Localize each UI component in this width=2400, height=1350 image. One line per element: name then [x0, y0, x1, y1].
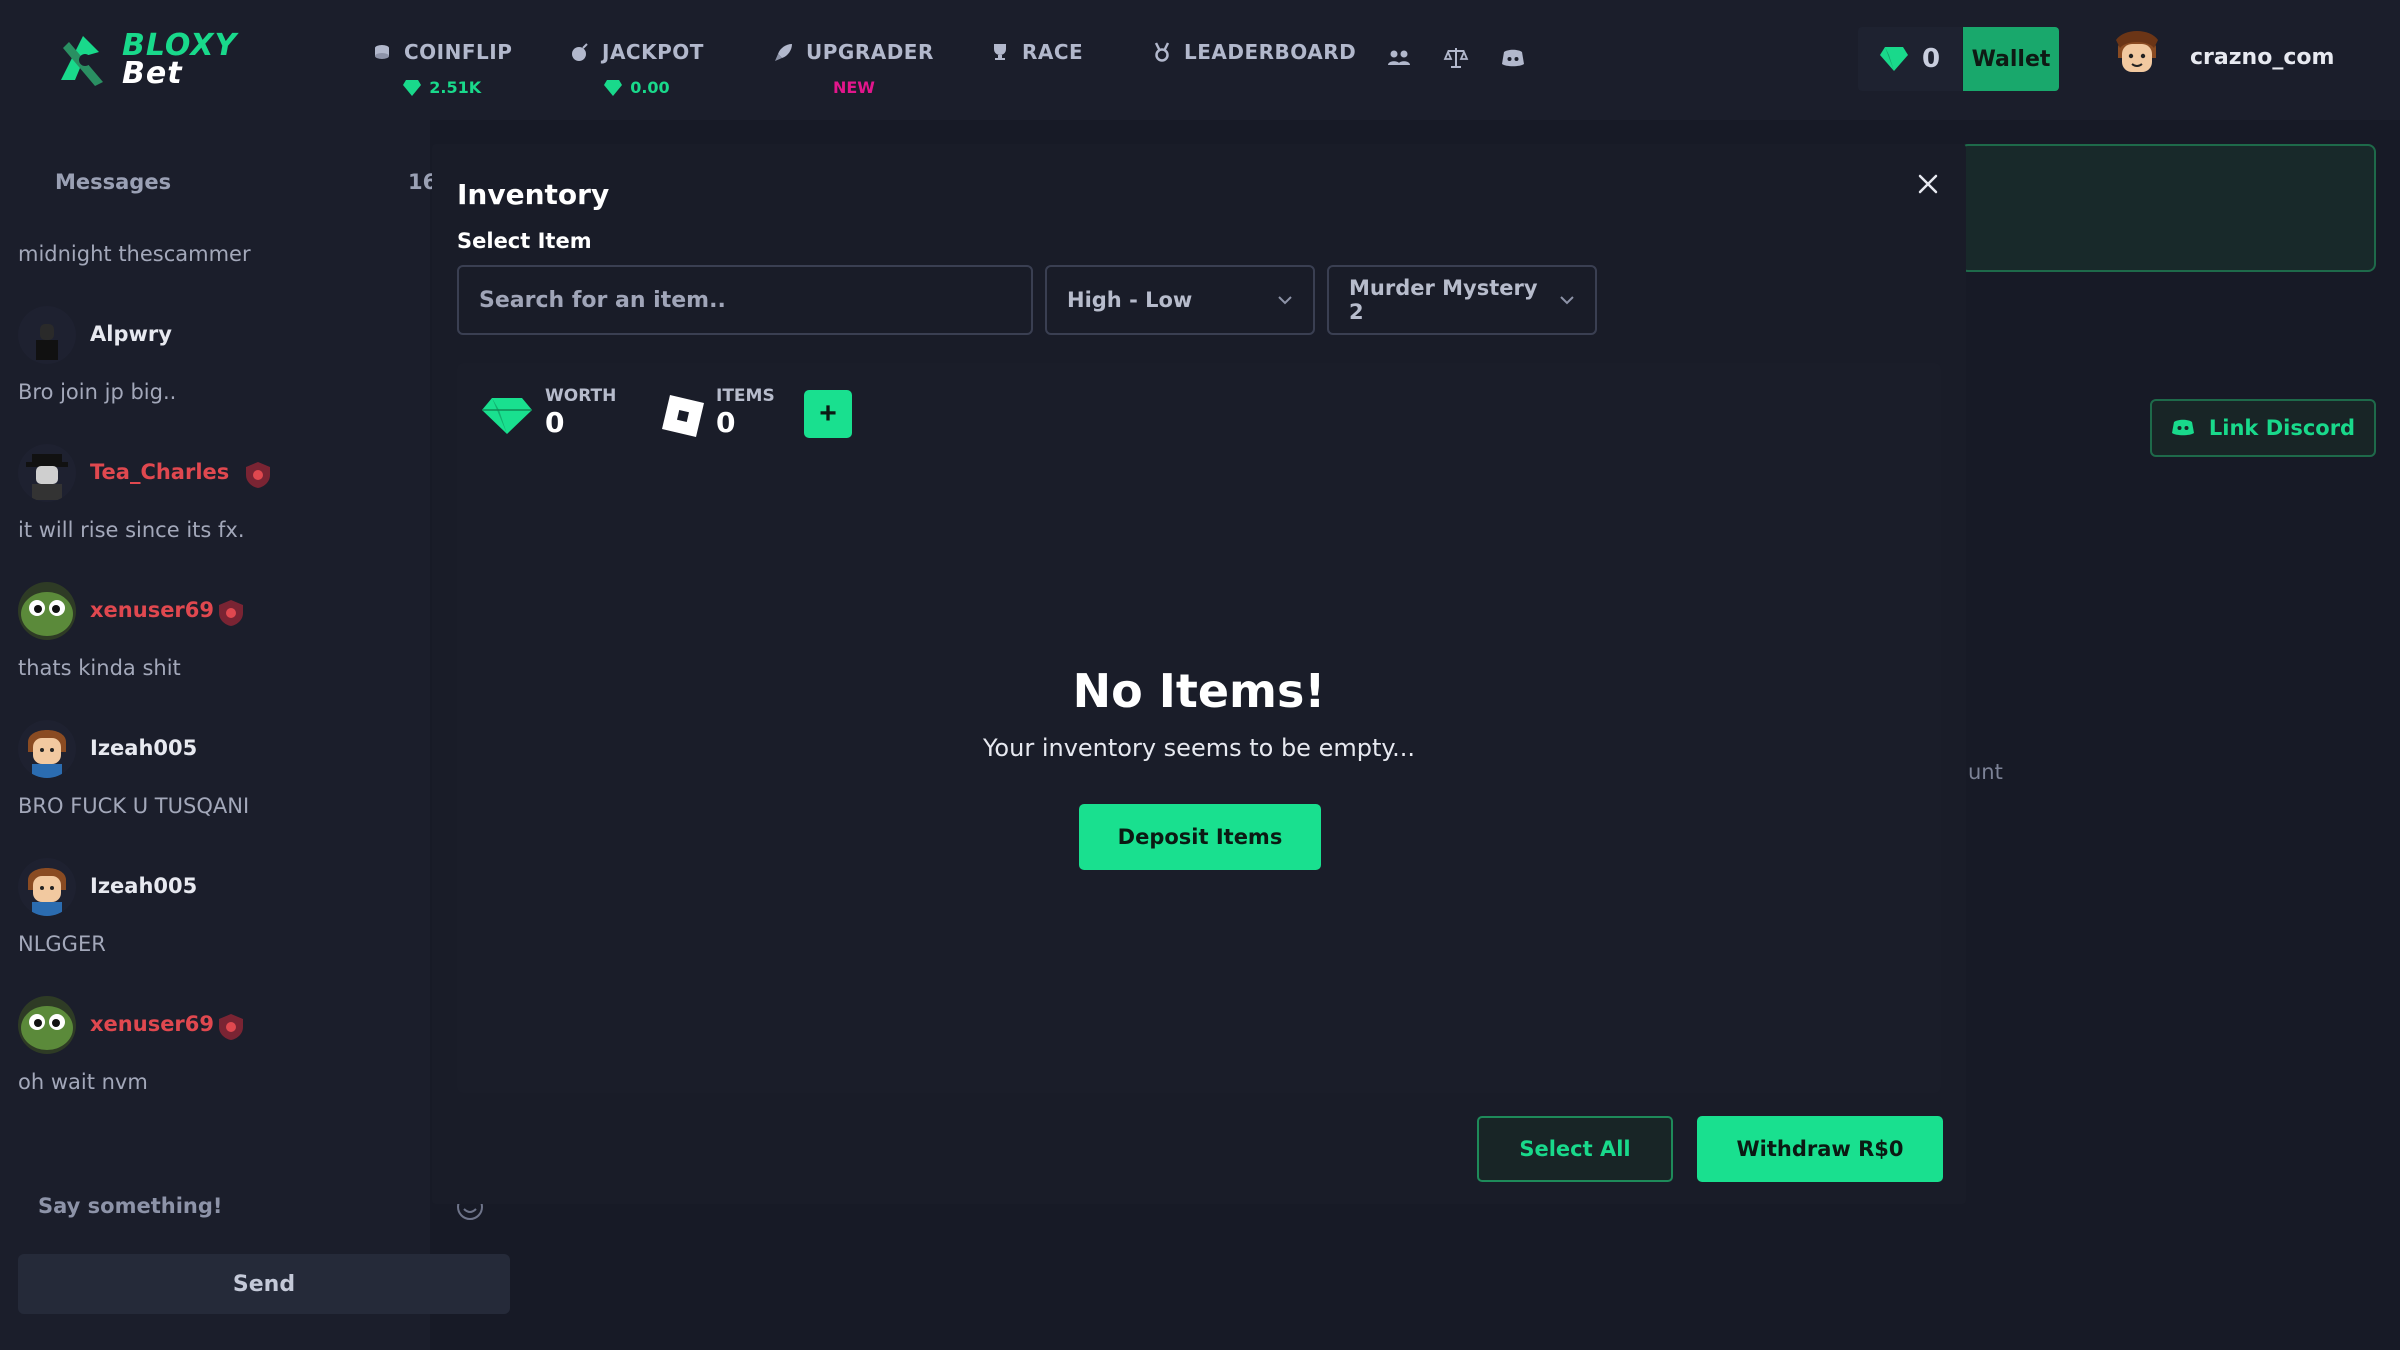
wallet-button[interactable]: Wallet	[1963, 27, 2059, 91]
select-item-label: Select Item	[457, 229, 592, 253]
chat-message-text: BRO FUCK U TUSQANI	[18, 794, 250, 818]
items-value: 0	[716, 406, 736, 439]
discord-icon[interactable]	[1500, 45, 1526, 71]
nav-leaderboard-label: LEADERBOARD	[1184, 40, 1357, 64]
chat-message-text: oh wait nvm	[18, 1070, 148, 1094]
chat-avatar[interactable]	[18, 720, 76, 778]
chevron-down-icon	[1278, 296, 1292, 305]
gem-icon	[482, 398, 532, 434]
background-partial-text: unt	[1968, 760, 2003, 784]
roblox-icon	[662, 395, 704, 437]
close-icon[interactable]	[1912, 168, 1944, 200]
coins-icon	[375, 45, 389, 59]
empty-state-subtitle: Your inventory seems to be empty...	[982, 734, 1416, 762]
nav-upgrader-label: UPGRADER	[806, 40, 934, 64]
items-label: ITEMS	[716, 386, 775, 406]
gem-icon	[604, 79, 623, 96]
sort-select[interactable]: High - Low	[1045, 265, 1315, 335]
nav-jackpot-sub: 0.00	[630, 78, 670, 97]
nav-jackpot-label: JACKPOT	[602, 40, 704, 64]
balance-value: 0	[1921, 44, 1941, 74]
nav-coinflip-sub: 2.51K	[429, 78, 482, 97]
affiliates-icon[interactable]	[1386, 45, 1412, 71]
rocket-icon	[775, 44, 792, 61]
admin-badge-icon	[219, 1014, 243, 1040]
brand-logo-text[interactable]: BLOXY Bet	[122, 31, 237, 91]
game-select[interactable]: Murder Mystery 2	[1327, 265, 1597, 335]
nav-race[interactable]: RACE	[990, 40, 1083, 64]
trophy-icon	[994, 44, 1006, 60]
username[interactable]: crazno_com	[2190, 45, 2334, 70]
brand-line2: Bet	[122, 56, 183, 91]
link-discord-label: Link Discord	[2208, 416, 2356, 440]
chat-avatar[interactable]	[18, 444, 76, 502]
chat-username[interactable]: Alpwry	[90, 322, 172, 346]
nav-coinflip-label: COINFLIP	[404, 40, 513, 64]
medal-icon	[1154, 42, 1170, 62]
worth-value: 0	[545, 406, 565, 439]
chat-title: Messages	[55, 170, 172, 194]
background-panel	[1960, 144, 2376, 272]
empty-state-title: No Items!	[1072, 664, 1326, 718]
item-search-input[interactable]	[457, 265, 1033, 335]
chat-avatar[interactable]	[18, 306, 76, 364]
nav-upgrader[interactable]: UPGRADER NEW	[774, 40, 934, 97]
nav-jackpot[interactable]: JACKPOT 0.00	[570, 40, 704, 97]
nav-leaderboard[interactable]: LEADERBOARD	[1152, 40, 1356, 64]
withdraw-button[interactable]: Withdraw R$0	[1697, 1116, 1943, 1182]
worth-label: WORTH	[545, 386, 617, 406]
chat-username[interactable]: Izeah005	[90, 736, 197, 760]
select-all-button[interactable]: Select All	[1477, 1116, 1673, 1182]
link-discord-button[interactable]: Link Discord	[2150, 399, 2376, 457]
chat-avatar[interactable]	[18, 582, 76, 640]
admin-badge-icon	[219, 600, 243, 626]
chevron-down-icon	[1560, 296, 1574, 305]
balance-display: 0	[1858, 27, 1962, 91]
chat-input[interactable]	[18, 1178, 488, 1234]
chat-avatar[interactable]	[18, 858, 76, 916]
nav-coinflip[interactable]: COINFLIP 2.51K	[372, 40, 512, 97]
user-avatar[interactable]	[2110, 28, 2164, 86]
send-button[interactable]: Send	[18, 1254, 510, 1314]
chat-username[interactable]: xenuser69	[90, 598, 214, 622]
nav-race-label: RACE	[1022, 40, 1084, 64]
chat-message-text: thats kinda shit	[18, 656, 181, 680]
modal-title: Inventory	[457, 178, 610, 211]
chat-message-text: Bro join jp big..	[18, 380, 177, 404]
add-items-button[interactable]: +	[804, 390, 852, 438]
game-select-value: Murder Mystery 2	[1349, 276, 1538, 324]
discord-icon	[2171, 419, 2194, 436]
chat-message-text: NLGGER	[18, 932, 106, 956]
deposit-items-button[interactable]: Deposit Items	[1079, 804, 1321, 870]
gem-icon	[1879, 47, 1908, 71]
sort-select-value: High - Low	[1067, 288, 1193, 312]
chat-username[interactable]: Izeah005	[90, 874, 197, 898]
bomb-icon	[572, 43, 588, 61]
chat-username[interactable]: xenuser69	[90, 1012, 214, 1036]
chat-username[interactable]: Tea_Charles	[90, 460, 229, 484]
nav-upgrader-new-badge: NEW	[832, 78, 875, 97]
gem-icon	[403, 79, 422, 96]
scale-icon[interactable]	[1443, 45, 1469, 71]
admin-badge-icon	[246, 462, 270, 488]
chat-message-text: it will rise since its fx.	[18, 518, 245, 542]
chat-message-text: midnight thescammer	[18, 242, 251, 266]
chat-avatar[interactable]	[18, 996, 76, 1054]
inventory-panel	[457, 363, 1941, 1093]
